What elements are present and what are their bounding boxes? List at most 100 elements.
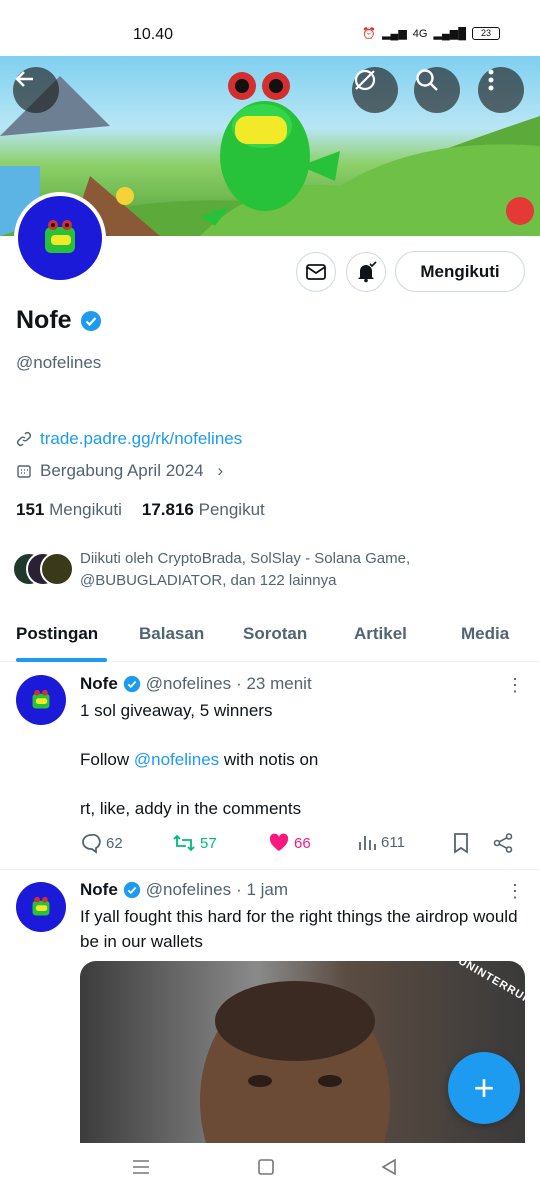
bookmark-icon	[454, 833, 468, 854]
views-icon	[359, 836, 376, 850]
share-icon	[493, 833, 513, 853]
retweet-count: 57	[200, 834, 217, 852]
compose-button[interactable]: +	[448, 1052, 520, 1124]
bookmark-button[interactable]	[451, 832, 471, 854]
tweet-time: · 23 menit	[236, 674, 312, 693]
tweet-line: rt, like, addy in the comments	[80, 799, 302, 818]
back-button[interactable]	[13, 67, 59, 113]
profile-link[interactable]: trade.padre.gg/rk/nofelines	[40, 429, 242, 449]
more-vertical-icon	[488, 69, 494, 91]
follow-stats: 151 Mengikuti 17.816 Pengikut	[16, 500, 265, 520]
system-nav-bar	[0, 1143, 540, 1199]
view-count: 611	[381, 833, 405, 851]
tweet-time: · 1 jam	[236, 880, 289, 899]
tweet-avatar[interactable]	[16, 675, 66, 725]
tab-posts[interactable]: Postingan	[16, 624, 98, 644]
tweet-author-name[interactable]: Nofe	[80, 880, 118, 900]
tab-articles[interactable]: Artikel	[354, 624, 407, 644]
frog-avatar-icon	[32, 896, 50, 916]
frog-avatar-icon	[45, 220, 75, 253]
back-nav-icon[interactable]	[380, 1158, 398, 1176]
reply-count: 62	[106, 834, 123, 852]
notification-button[interactable]	[346, 252, 386, 292]
following-label: Mengikuti	[49, 500, 122, 519]
tab-highlights[interactable]: Sorotan	[243, 624, 307, 644]
bell-check-icon	[358, 261, 377, 283]
verified-badge-icon	[80, 310, 101, 331]
tweet-header: Nofe @nofelines · 1 jam	[80, 880, 288, 900]
mention-link[interactable]: @nofelines	[134, 750, 219, 769]
tweet-avatar[interactable]	[16, 882, 66, 932]
message-button[interactable]	[296, 252, 336, 292]
display-name: Nofe	[16, 306, 72, 334]
alarm-icon: ⏰	[362, 28, 377, 40]
like-count: 66	[294, 834, 311, 852]
calendar-icon	[17, 465, 31, 478]
tweet-handle: @nofelines	[145, 880, 232, 899]
verified-badge-icon	[123, 675, 140, 693]
mail-icon	[306, 264, 326, 280]
status-time: 10.40	[133, 26, 174, 43]
following-button[interactable]: Mengikuti	[395, 251, 525, 292]
tweet-line: 1 sol giveaway, 5 winners	[80, 701, 273, 720]
network-label: 4G	[412, 27, 428, 40]
retweet-button[interactable]: 57	[172, 832, 217, 854]
tab-replies[interactable]: Balasan	[139, 624, 204, 644]
tweet-author-name[interactable]: Nofe	[80, 674, 118, 694]
tweet-divider	[0, 869, 540, 870]
share-button[interactable]	[492, 832, 514, 854]
tweet-handle: @nofelines	[145, 674, 232, 693]
frog-avatar-icon	[32, 689, 50, 709]
more-button[interactable]	[478, 67, 524, 113]
search-icon	[416, 69, 438, 91]
retweet-icon	[173, 834, 195, 852]
followed-by[interactable]: Diikuti oleh CryptoBrada, SolSlay - Sola…	[12, 548, 510, 592]
arrow-left-icon	[15, 71, 33, 87]
link-icon	[16, 431, 32, 447]
tweet-more-icon[interactable]: ⋮	[506, 675, 524, 696]
grok-icon	[354, 69, 376, 91]
follower-avatars	[12, 552, 74, 588]
tweet-line: Follow @nofelines with notis on	[80, 748, 520, 773]
tweet-text-part: with notis on	[219, 750, 319, 769]
reply-icon	[82, 833, 101, 854]
reply-button[interactable]: 62	[80, 832, 123, 854]
home-nav-icon[interactable]	[257, 1158, 275, 1176]
joined-date: Bergabung April 2024	[40, 461, 204, 480]
following-stat[interactable]: 151 Mengikuti	[16, 500, 122, 520]
tab-media[interactable]: Media	[461, 624, 509, 644]
tweet-text-part: Follow	[80, 750, 134, 769]
followed-by-text: Diikuti oleh CryptoBrada, SolSlay - Sola…	[80, 550, 411, 589]
profile-link-row: trade.padre.gg/rk/nofelines	[16, 429, 242, 449]
profile-handle: @nofelines	[16, 353, 102, 372]
tweet-media[interactable]: UNINTERRUPTED	[80, 961, 525, 1143]
tweet-more-icon[interactable]: ⋮	[506, 881, 524, 902]
search-button[interactable]	[414, 67, 460, 113]
profile-avatar[interactable]	[14, 192, 106, 284]
tweet-text: If yall fought this hard for the right t…	[80, 907, 518, 951]
followers-count: 17.816	[141, 500, 194, 519]
like-button[interactable]: 66	[268, 832, 311, 854]
verified-badge-icon	[123, 881, 140, 899]
joined-row[interactable]: Bergabung April 2024 ›	[16, 461, 223, 481]
menu-nav-icon[interactable]	[131, 1159, 151, 1175]
follower-avatar	[40, 552, 74, 586]
following-count: 151	[16, 500, 45, 519]
tweet-actions: 62 57 66 611	[80, 832, 520, 856]
grok-button[interactable]	[352, 67, 398, 113]
profile-tabs: Postingan Balasan Sorotan Artikel Media	[0, 614, 540, 662]
status-icons: ⏰ ▂▄▆ 4G ▂▄▆█ 23	[362, 27, 500, 40]
avatar	[18, 196, 102, 280]
followers-label: Pengikut	[198, 500, 265, 519]
plus-icon: +	[473, 1067, 495, 1108]
views-button[interactable]: 611	[357, 832, 405, 852]
chevron-right-icon: ›	[217, 461, 224, 480]
tweet-header: Nofe @nofelines · 23 menit	[80, 674, 312, 694]
signal-icon: ▂▄▆	[382, 28, 407, 40]
tweet-text: 1 sol giveaway, 5 winners Follow @nofeli…	[80, 699, 520, 822]
profile-name: Nofe	[16, 306, 102, 335]
followers-stat[interactable]: 17.816 Pengikut	[142, 500, 265, 520]
battery-icon: 23	[472, 27, 500, 40]
media-image	[200, 981, 390, 1143]
signal-icon-2: ▂▄▆█	[433, 28, 466, 40]
